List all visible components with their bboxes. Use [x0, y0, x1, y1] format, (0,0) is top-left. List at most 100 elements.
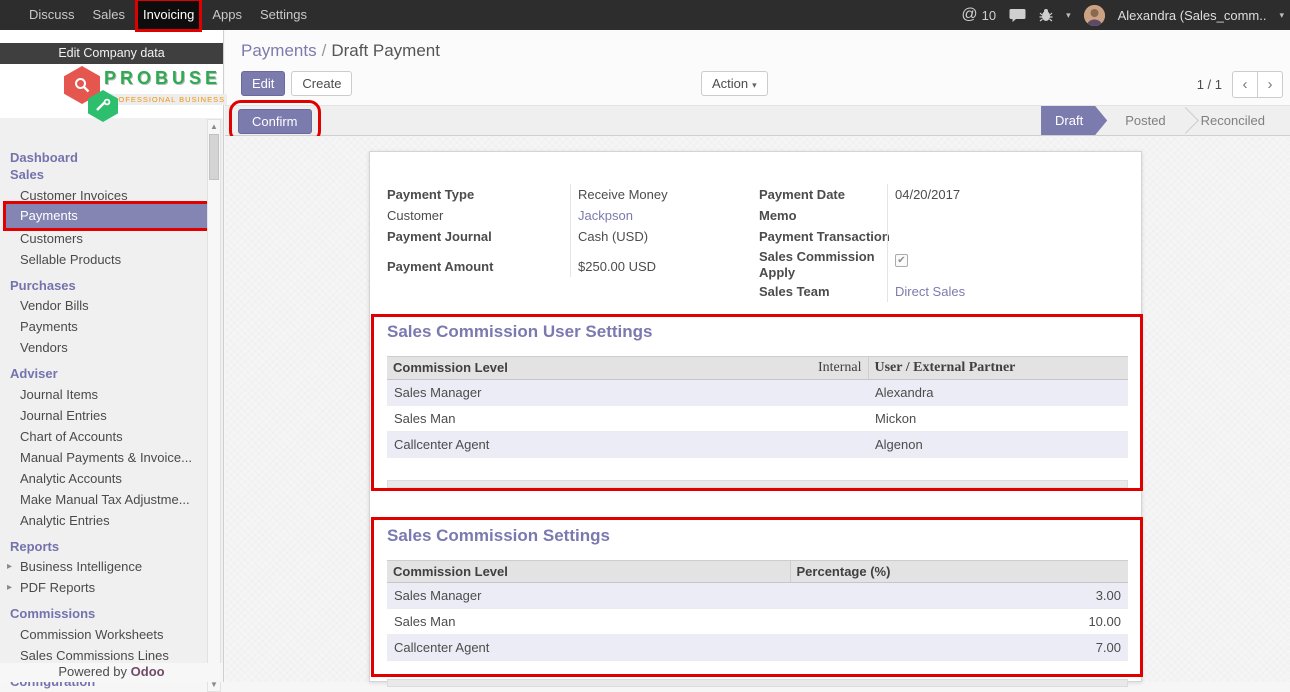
value-payment-transaction [888, 226, 1126, 247]
sidebar-item-pdf-reports[interactable]: ▸ PDF Reports [0, 579, 208, 596]
section-title: Sales Commission Settings [387, 526, 1128, 546]
sidebar-item-customer-invoices[interactable]: Customer Invoices [0, 187, 208, 204]
header-label: User [875, 360, 903, 375]
bug-icon[interactable] [1039, 8, 1053, 23]
user-avatar[interactable] [1084, 5, 1105, 26]
sidebar-item-payments[interactable]: Payments [6, 204, 208, 228]
cell-user[interactable]: Algenon [868, 432, 1128, 458]
sidebar-item-make-manual-tax-adjustment[interactable]: Make Manual Tax Adjustme... [0, 491, 208, 508]
breadcrumb-payments-link[interactable]: Payments [241, 41, 317, 60]
sidebar-item-sellable-products[interactable]: Sellable Products [0, 251, 208, 268]
nav-item-sales[interactable]: Sales [87, 0, 132, 30]
cell-percentage[interactable]: 10.00 [790, 609, 1128, 635]
table-row[interactable]: Sales Man Mickon [387, 406, 1128, 432]
form-view: Payment Type Customer Payment Journal Pa… [225, 136, 1290, 682]
col-header-internal-user-external-partner[interactable]: User / External Partner [868, 357, 1128, 380]
systray-caret-icon[interactable]: ▾ [1066, 10, 1071, 21]
table-header-row: Commission LevelInternal User / External… [387, 357, 1128, 380]
table-row[interactable]: Sales Manager Alexandra [387, 380, 1128, 406]
cell-commission-level[interactable]: Sales Man [387, 406, 868, 432]
sidebar-item-sales-commissions-lines[interactable]: Sales Commissions Lines [0, 647, 208, 664]
sidebar-item-analytic-entries[interactable]: Analytic Entries [0, 512, 208, 529]
cell-commission-level[interactable]: Callcenter Agent [387, 635, 790, 661]
value-memo [888, 205, 1126, 226]
value-customer-link[interactable]: Jackpson [578, 208, 633, 223]
spacer [387, 247, 570, 256]
chat-bubble-icon[interactable] [1009, 8, 1026, 23]
statusbar: Draft Posted Reconciled [1041, 106, 1283, 135]
col-header-commission-level[interactable]: Commission LevelInternal [387, 357, 868, 380]
table-row[interactable]: Sales Man 10.00 [387, 609, 1128, 635]
sidebar-item-chart-of-accounts[interactable]: Chart of Accounts [0, 428, 208, 445]
scrollbar-thumb[interactable] [209, 134, 219, 180]
mention-icon: @ [961, 6, 977, 24]
pager-previous-button[interactable]: ‹ [1232, 71, 1258, 98]
action-caret-icon: ▾ [752, 80, 757, 90]
cell-commission-level[interactable]: Callcenter Agent [387, 432, 868, 458]
status-reconciled[interactable]: Reconciled [1183, 106, 1283, 135]
nav-item-invoicing[interactable]: Invoicing [137, 0, 200, 30]
col-header-percentage[interactable]: Percentage (%) [790, 561, 1128, 583]
sidebar-item-customers[interactable]: Customers [0, 230, 208, 247]
odoo-brand-link[interactable]: Odoo [131, 664, 165, 679]
sidebar-heading-sales[interactable]: Sales [0, 166, 208, 183]
cell-percentage[interactable]: 7.00 [790, 635, 1128, 661]
sidebar-item-business-intelligence[interactable]: ▸ Business Intelligence [0, 558, 208, 575]
mention-count: 10 [982, 8, 996, 23]
form-sheet: Payment Type Customer Payment Journal Pa… [369, 151, 1142, 682]
field-labels: Payment Type Customer Payment Journal Pa… [387, 184, 570, 277]
edit-company-button[interactable]: Edit Company data [0, 43, 223, 64]
sidebar-item-payments-purchase[interactable]: Payments [0, 318, 208, 335]
sales-commission-apply-checkbox[interactable]: ✔ [895, 254, 908, 267]
create-button[interactable]: Create [291, 71, 352, 96]
cell-commission-level[interactable]: Sales Manager [387, 380, 868, 406]
status-draft: Draft [1041, 106, 1107, 135]
action-label: Action [712, 76, 748, 91]
sidebar-heading-purchases[interactable]: Purchases [0, 277, 208, 294]
sidebar-scrollbar[interactable]: ▲ ▼ [207, 119, 221, 692]
header-label: Commission Level [393, 360, 508, 376]
commission-settings-table: Commission Level Percentage (%) Sales Ma… [387, 560, 1128, 661]
col-header-commission-level[interactable]: Commission Level [387, 561, 790, 583]
confirm-button[interactable]: Confirm [238, 109, 312, 134]
nav-item-settings[interactable]: Settings [254, 0, 313, 30]
user-menu-caret-icon[interactable]: ▾ [1279, 10, 1284, 21]
horizontal-scrollbar-track[interactable] [387, 480, 1128, 488]
control-panel-buttons: Edit Create [241, 71, 352, 96]
table-row[interactable]: Sales Manager 3.00 [387, 583, 1128, 609]
scroll-up-icon[interactable]: ▲ [208, 120, 220, 133]
pager-next-button[interactable]: › [1257, 71, 1283, 98]
cell-percentage[interactable]: 3.00 [790, 583, 1128, 609]
sidebar-heading-commissions[interactable]: Commissions [0, 605, 208, 622]
user-menu[interactable]: Alexandra (Sales_comm.. [1118, 8, 1267, 23]
sidebar-heading-reports[interactable]: Reports [0, 538, 208, 555]
sidebar-item-vendors[interactable]: Vendors [0, 339, 208, 356]
table-row[interactable]: Callcenter Agent Algenon [387, 432, 1128, 458]
sidebar-item-journal-entries[interactable]: Journal Entries [0, 407, 208, 424]
sidebar-item-manual-payments-invoices[interactable]: Manual Payments & Invoice... [0, 449, 208, 466]
action-dropdown[interactable]: Action ▾ [701, 71, 768, 96]
cell-user[interactable]: Mickon [868, 406, 1128, 432]
nav-item-discuss[interactable]: Discuss [23, 0, 81, 30]
breadcrumb-separator: / [322, 41, 327, 60]
cell-commission-level[interactable]: Sales Man [387, 609, 790, 635]
nav-item-apps[interactable]: Apps [206, 0, 248, 30]
sidebar-item-vendor-bills[interactable]: Vendor Bills [0, 297, 208, 314]
cell-commission-level[interactable]: Sales Manager [387, 583, 790, 609]
table-header-row: Commission Level Percentage (%) [387, 561, 1128, 583]
mentions-counter[interactable]: @ 10 [961, 6, 996, 24]
value-sales-team-link[interactable]: Direct Sales [895, 284, 965, 299]
edit-button[interactable]: Edit [241, 71, 285, 96]
sidebar-heading-adviser[interactable]: Adviser [0, 365, 208, 382]
sidebar-item-journal-items[interactable]: Journal Items [0, 386, 208, 403]
main-menu: Discuss Sales Invoicing Apps Settings [0, 0, 316, 30]
horizontal-scrollbar-track[interactable] [387, 679, 1128, 687]
section-commission-settings: Sales Commission Settings Commission Lev… [387, 526, 1128, 661]
value-payment-type: Receive Money [571, 184, 745, 205]
sidebar-item-dashboard[interactable]: Dashboard [0, 149, 208, 166]
table-row[interactable]: Callcenter Agent 7.00 [387, 635, 1128, 661]
sidebar-item-analytic-accounts[interactable]: Analytic Accounts [0, 470, 208, 487]
expand-caret-icon: ▸ [7, 579, 12, 596]
cell-user[interactable]: Alexandra [868, 380, 1128, 406]
sidebar-item-commission-worksheets[interactable]: Commission Worksheets [0, 626, 208, 643]
